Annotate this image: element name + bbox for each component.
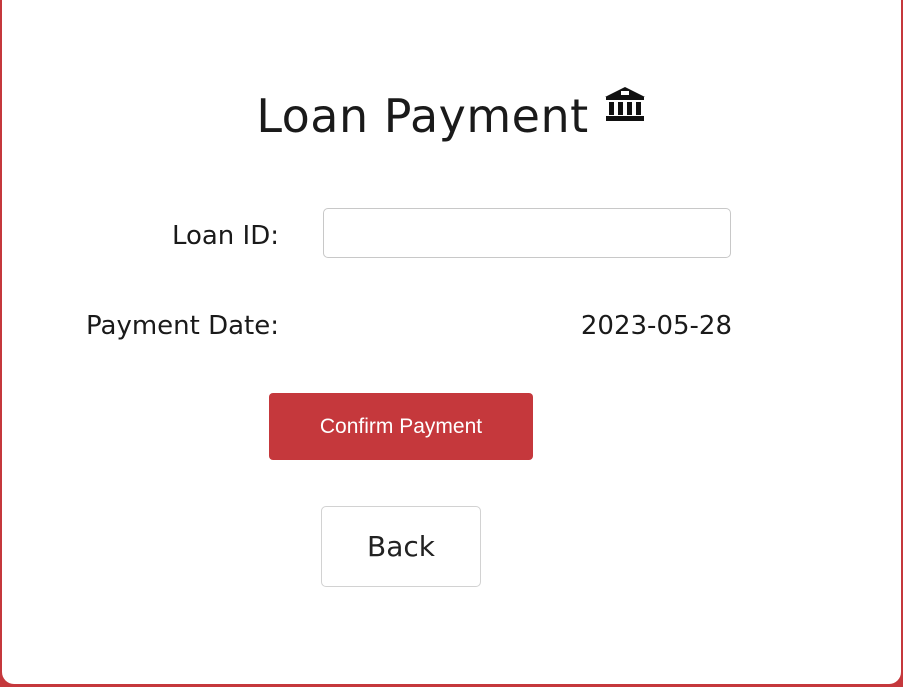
loan-id-input[interactable] xyxy=(323,208,731,258)
page-title: Loan Payment xyxy=(2,86,901,146)
bank-icon xyxy=(604,87,645,121)
page-title-text: Loan Payment xyxy=(256,89,589,143)
loan-payment-card: Loan Payment Loan ID: Payment Date: 2023… xyxy=(2,0,901,684)
loan-id-label: Loan ID: xyxy=(171,221,279,251)
back-button[interactable]: Back xyxy=(321,506,481,587)
payment-date-label: Payment Date: xyxy=(86,311,279,341)
payment-date-value: 2023-05-28 xyxy=(580,311,732,341)
confirm-payment-button[interactable]: Confirm Payment xyxy=(269,393,533,460)
